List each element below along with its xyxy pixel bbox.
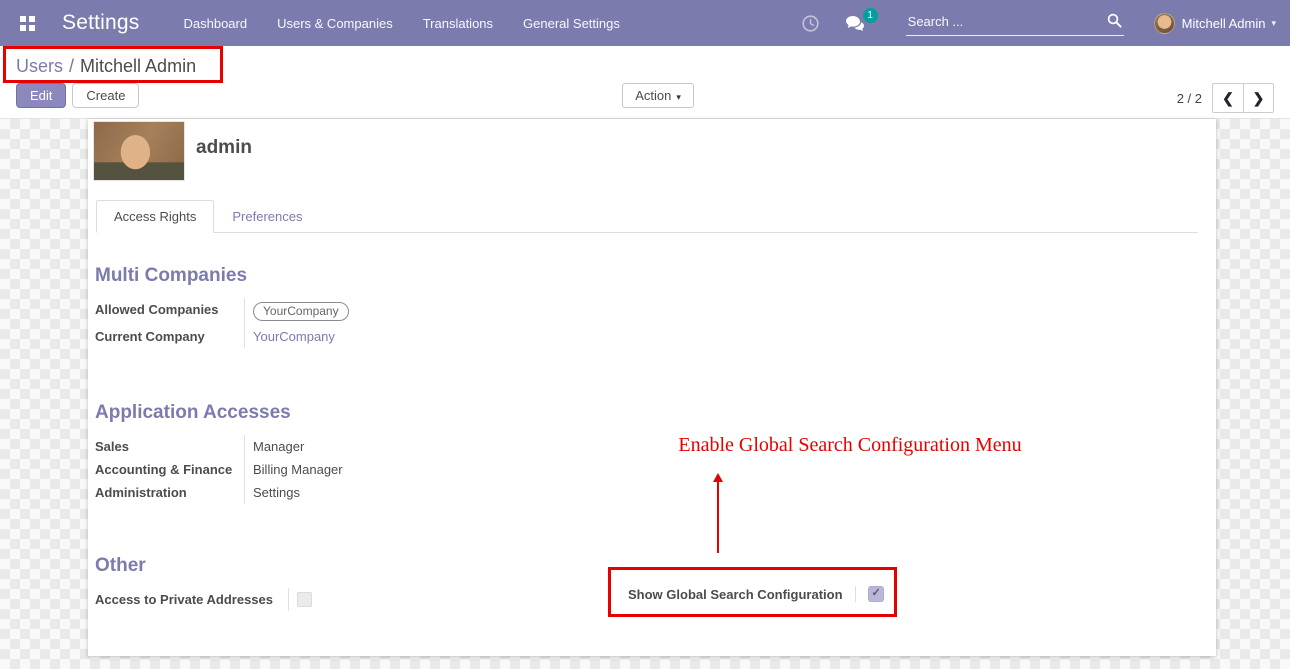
message-badge: 1 (863, 8, 878, 23)
field-row-sales: Sales Manager (95, 435, 595, 458)
breadcrumb-separator: / (63, 56, 80, 76)
field-row-accounting-finance: Accounting & Finance Billing Manager (95, 458, 595, 481)
field-row-current-company: Current Company YourCompany (95, 325, 595, 348)
grid-icon (20, 16, 35, 31)
section-heading: Application Accesses (95, 402, 595, 424)
field-row-global-search: Show Global Search Configuration (628, 586, 884, 602)
nav-item-translations[interactable]: Translations (423, 16, 493, 31)
user-menu[interactable]: Mitchell Admin ▾ (1154, 13, 1276, 34)
main-menu: Dashboard Users & Companies Translations… (183, 16, 619, 31)
pager-next-button[interactable]: ❯ (1243, 83, 1274, 113)
notebook-tabs: Access Rights Preferences (96, 200, 1198, 233)
section-multi-companies: Multi Companies Allowed Companies YourCo… (95, 265, 595, 348)
user-photo (93, 121, 185, 181)
section-other: Other Access to Private Addresses (95, 555, 595, 611)
top-navbar: Settings Dashboard Users & Companies Tra… (0, 0, 1290, 46)
search-input[interactable] (906, 10, 1124, 36)
field-row-allowed-companies: Allowed Companies YourCompany (95, 298, 595, 325)
chevron-down-icon: ▾ (1271, 18, 1276, 29)
section-application-accesses: Application Accesses Sales Manager Accou… (95, 402, 595, 504)
global-search-checkbox[interactable] (868, 586, 884, 602)
field-value: Manager (244, 435, 595, 458)
navbar-search (906, 10, 1124, 36)
field-label: Allowed Companies (95, 298, 244, 325)
field-label: Access to Private Addresses (95, 588, 288, 611)
user-name: Mitchell Admin (1182, 16, 1266, 31)
search-icon[interactable] (1107, 13, 1122, 33)
nav-item-dashboard[interactable]: Dashboard (183, 16, 247, 31)
tab-preferences[interactable]: Preferences (214, 200, 320, 233)
field-value: Settings (244, 481, 595, 504)
private-addresses-checkbox[interactable] (297, 592, 312, 607)
tab-access-rights[interactable]: Access Rights (96, 200, 214, 233)
nav-item-general-settings[interactable]: General Settings (523, 16, 620, 31)
action-dropdown-button[interactable]: Action▾ (622, 83, 694, 108)
chevron-down-icon: ▾ (676, 92, 681, 102)
field-label: Show Global Search Configuration (628, 587, 843, 602)
record-title: admin (196, 137, 252, 159)
messages-icon[interactable]: 1 (845, 15, 866, 32)
clock-icon (802, 15, 819, 32)
section-heading: Other (95, 555, 595, 577)
pager-counter: 2 / 2 (1177, 91, 1202, 106)
pager: 2 / 2 ❮ ❯ (1177, 83, 1274, 113)
breadcrumb: Users/Mitchell Admin (16, 52, 1274, 83)
pager-previous-button[interactable]: ❮ (1212, 83, 1243, 113)
field-value: Billing Manager (244, 458, 595, 481)
current-company-link[interactable]: YourCompany (253, 329, 335, 344)
navbar-systray: 1 Mitchell Admin ▾ (776, 10, 1276, 36)
field-label: Sales (95, 435, 244, 458)
field-label: Current Company (95, 325, 244, 348)
form-view-background: admin Access Rights Preferences Multi Co… (0, 119, 1290, 669)
create-button[interactable]: Create (72, 83, 139, 108)
breadcrumb-users-link[interactable]: Users (16, 56, 63, 76)
field-label: Accounting & Finance (95, 458, 244, 481)
breadcrumb-current: Mitchell Admin (80, 56, 196, 76)
field-label: Administration (95, 481, 244, 504)
edit-button[interactable]: Edit (16, 83, 66, 108)
apps-menu-icon[interactable] (14, 10, 40, 36)
activities-icon[interactable] (802, 15, 819, 32)
section-heading: Multi Companies (95, 265, 595, 287)
user-avatar (1154, 13, 1175, 34)
field-separator (855, 586, 856, 602)
company-tag: YourCompany (253, 302, 349, 321)
app-name[interactable]: Settings (62, 11, 139, 35)
field-row-private-addresses: Access to Private Addresses (95, 588, 595, 611)
control-panel: Users/Mitchell Admin Edit Create Action▾… (0, 46, 1290, 119)
field-row-administration: Administration Settings (95, 481, 595, 504)
form-sheet: admin Access Rights Preferences Multi Co… (88, 119, 1216, 656)
control-panel-buttons-row: Edit Create Action▾ 2 / 2 ❮ ❯ (16, 83, 1274, 113)
nav-item-users-companies[interactable]: Users & Companies (277, 16, 393, 31)
